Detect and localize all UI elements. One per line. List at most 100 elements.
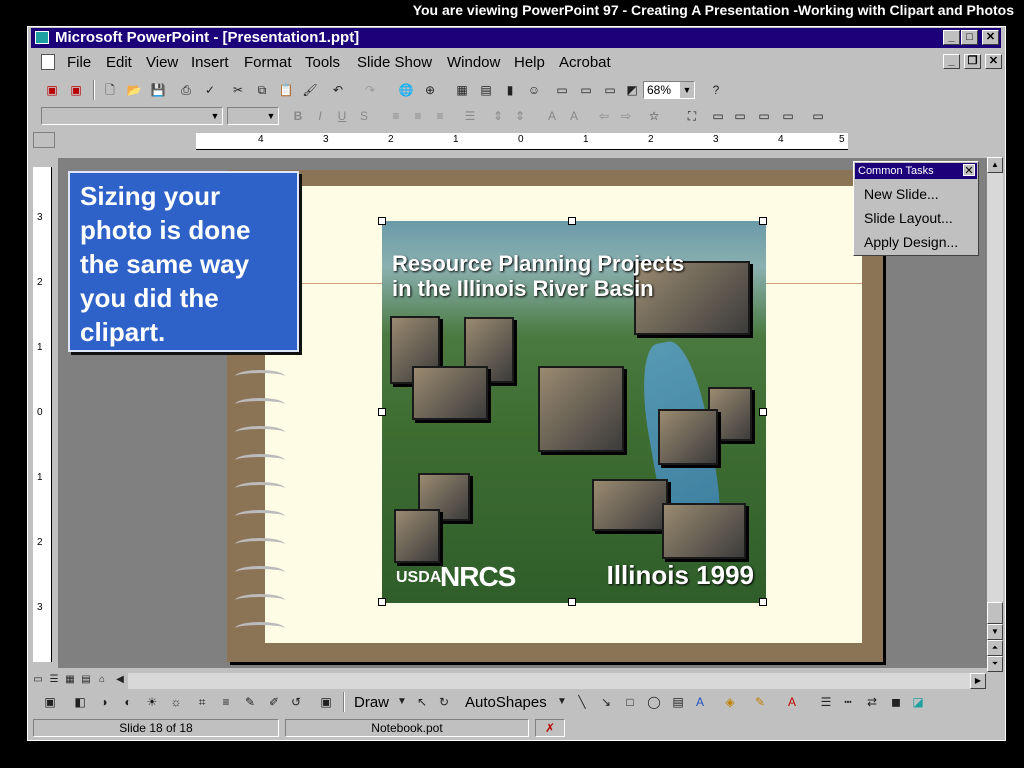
menu-tools[interactable]: Tools <box>305 54 340 71</box>
resize-handle-bottom[interactable] <box>568 598 576 606</box>
resize-handle-bottom-left[interactable] <box>378 598 386 606</box>
acrobat-pdf-email-icon[interactable]: ▣ <box>67 81 85 99</box>
demote-icon[interactable]: ⇨ <box>617 107 635 125</box>
spelling-status-icon[interactable]: ✗ <box>535 719 565 737</box>
3d-tool-icon[interactable]: ◪ <box>909 693 927 711</box>
arrow-tool-icon[interactable]: ↘ <box>597 693 615 711</box>
align-left-icon[interactable]: ≡ <box>387 107 405 125</box>
resize-handle-right[interactable] <box>759 408 767 416</box>
line-weight-icon[interactable]: ☰ <box>817 693 835 711</box>
format-painter-icon[interactable]: 🖌 <box>301 81 319 99</box>
rectangle-tool-icon[interactable]: □ <box>621 693 639 711</box>
copy-icon[interactable]: ⧉ <box>253 81 271 99</box>
scroll-right-arrow-icon[interactable]: ▶ <box>970 673 986 689</box>
undo-icon[interactable]: ↶ <box>329 81 347 99</box>
black-white-view-icon[interactable]: ◩ <box>623 81 641 99</box>
normal-view-icon[interactable]: ▭ <box>31 673 45 687</box>
crop-tool-icon[interactable]: ⌗ <box>193 693 211 711</box>
animation-effects-icon[interactable]: ☆ <box>645 107 663 125</box>
outline-view-icon[interactable]: ☰ <box>47 673 61 687</box>
common-tasks-close-icon[interactable]: ✕ <box>963 164 975 177</box>
bullets-icon[interactable]: ☰ <box>461 107 479 125</box>
apply-design-icon[interactable]: ▭ <box>601 81 619 99</box>
promote-icon[interactable]: ⇦ <box>595 107 613 125</box>
open-folder-icon[interactable]: 📂 <box>125 81 143 99</box>
spelling-icon[interactable]: ✓ <box>201 81 219 99</box>
menu-window[interactable]: Window <box>447 54 500 71</box>
insert-word-table-icon[interactable]: ▦ <box>453 81 471 99</box>
set-transparent-icon[interactable]: ✐ <box>265 693 283 711</box>
bring-forward-icon[interactable]: ▭ <box>709 107 727 125</box>
doc-close-button[interactable]: ✕ <box>985 54 1002 69</box>
resize-handle-top-left[interactable] <box>378 217 386 225</box>
reset-picture-icon[interactable]: ↺ <box>287 693 305 711</box>
powerpoint-app-icon[interactable] <box>35 31 49 44</box>
scroll-thumb[interactable] <box>987 602 1003 624</box>
shadow-icon[interactable]: S <box>355 107 373 125</box>
chevron-down-icon[interactable]: ▼ <box>393 693 411 711</box>
scroll-up-arrow-icon[interactable]: ▲ <box>987 157 1003 173</box>
insert-chart-icon[interactable]: ▮ <box>501 81 519 99</box>
less-brightness-icon[interactable]: ☼ <box>167 693 185 711</box>
line-style-icon[interactable]: ≡ <box>217 693 235 711</box>
resize-handle-top-right[interactable] <box>759 217 767 225</box>
group-icon[interactable]: ▭ <box>755 107 773 125</box>
previous-slide-icon[interactable]: ⏶ <box>987 640 1003 656</box>
new-document-icon[interactable]: 🗋 <box>101 81 119 99</box>
font-color-icon[interactable]: A <box>783 693 801 711</box>
slide-layout-icon[interactable]: ▭ <box>577 81 595 99</box>
resize-handle-left[interactable] <box>378 408 386 416</box>
insert-clipart-icon[interactable]: ☺ <box>525 81 543 99</box>
dash-style-icon[interactable]: ┅ <box>839 693 857 711</box>
line-color-icon[interactable]: ✎ <box>751 693 769 711</box>
picture-tool-icon[interactable]: ◧ <box>71 693 89 711</box>
scroll-left-arrow-icon[interactable]: ◀ <box>113 673 127 687</box>
slide-layout-button[interactable]: Slide Layout... <box>864 210 953 226</box>
crop-icon[interactable]: ⛶ <box>683 107 701 125</box>
bold-icon[interactable]: B <box>289 107 307 125</box>
menu-file[interactable]: File <box>67 54 91 71</box>
doc-restore-button[interactable]: ❐ <box>964 54 981 69</box>
callout-text-box[interactable]: Sizing your photo is done the same way y… <box>68 171 299 352</box>
image-control-icon[interactable]: ◑ <box>95 693 113 711</box>
select-objects-icon[interactable]: ↖ <box>413 693 431 711</box>
menu-acrobat[interactable]: Acrobat <box>559 54 611 71</box>
chevron-down-icon[interactable]: ▼ <box>264 108 278 124</box>
font-size-combo[interactable]: ▼ <box>227 107 279 125</box>
text-box-icon[interactable]: ▤ <box>669 693 687 711</box>
maximize-button[interactable]: □ <box>961 30 978 45</box>
decrease-paragraph-spacing-icon[interactable]: ⇕ <box>511 107 529 125</box>
doc-minimize-button[interactable]: _ <box>943 54 960 69</box>
menu-format[interactable]: Format <box>244 54 292 71</box>
horizontal-scrollbar[interactable]: ▶ <box>128 673 986 689</box>
minimize-button[interactable]: _ <box>943 30 960 45</box>
slide-sorter-view-icon[interactable]: ▦ <box>63 673 77 687</box>
web-toolbar-icon[interactable]: ⊕ <box>421 81 439 99</box>
wordart-icon[interactable]: A <box>691 693 709 711</box>
draw-menu-button[interactable]: Draw <box>354 694 389 711</box>
office-assistant-icon[interactable]: ? <box>707 81 725 99</box>
more-contrast-icon[interactable]: ◐ <box>119 693 137 711</box>
italic-icon[interactable]: I <box>311 107 329 125</box>
slide-show-view-icon[interactable]: ⌂ <box>95 673 109 687</box>
increase-font-size-icon[interactable]: A <box>543 107 561 125</box>
align-center-icon[interactable]: ≡ <box>409 107 427 125</box>
fill-color-bucket-icon[interactable]: ◈ <box>721 693 739 711</box>
shadow-tool-icon[interactable]: ◼ <box>887 693 905 711</box>
decrease-font-size-icon[interactable]: A <box>565 107 583 125</box>
autoshapes-menu-button[interactable]: AutoShapes <box>465 694 547 711</box>
resize-handle-top[interactable] <box>568 217 576 225</box>
insert-excel-worksheet-icon[interactable]: ▤ <box>477 81 495 99</box>
picture-format-icon[interactable]: ▣ <box>317 693 335 711</box>
chevron-down-icon[interactable]: ▼ <box>680 82 694 98</box>
redo-icon[interactable]: ↷ <box>361 81 379 99</box>
close-button[interactable]: ✕ <box>982 30 999 45</box>
scroll-down-arrow-icon[interactable]: ▼ <box>987 624 1003 640</box>
more-brightness-icon[interactable]: ☀ <box>143 693 161 711</box>
underline-icon[interactable]: U <box>333 107 351 125</box>
ungroup-icon[interactable]: ▭ <box>779 107 797 125</box>
align-right-icon[interactable]: ≡ <box>431 107 449 125</box>
recolor-icon[interactable]: ✎ <box>241 693 259 711</box>
zoom-combo[interactable]: 68% ▼ <box>643 81 695 99</box>
paste-icon[interactable]: 📋 <box>277 81 295 99</box>
